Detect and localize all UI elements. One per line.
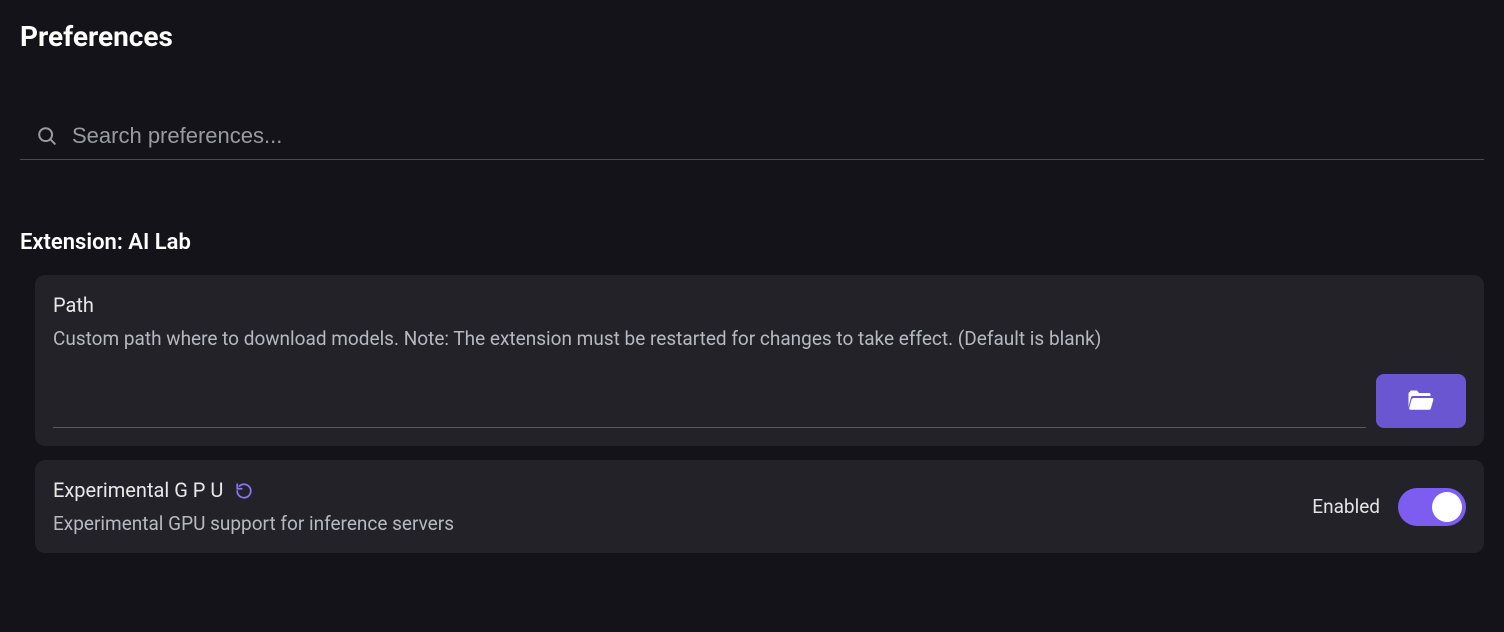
search-input[interactable] bbox=[72, 123, 1484, 149]
reset-icon[interactable] bbox=[235, 481, 253, 499]
path-card: Path Custom path where to download model… bbox=[35, 275, 1484, 446]
section-title: Extension: AI Lab bbox=[20, 230, 1484, 255]
toggle-status-label: Enabled bbox=[1312, 495, 1380, 518]
path-description: Custom path where to download models. No… bbox=[53, 327, 1466, 350]
browse-folder-button[interactable] bbox=[1376, 374, 1466, 428]
search-icon bbox=[36, 125, 58, 147]
gpu-card: Experimental G P U Experimental GPU supp… bbox=[35, 460, 1484, 553]
path-label: Path bbox=[53, 293, 1466, 317]
search-row bbox=[20, 123, 1484, 160]
toggle-knob bbox=[1432, 492, 1462, 522]
path-input[interactable] bbox=[53, 374, 1366, 428]
gpu-right: Enabled bbox=[1312, 488, 1466, 526]
path-row bbox=[53, 374, 1466, 428]
gpu-description: Experimental GPU support for inference s… bbox=[53, 512, 454, 535]
gpu-label: Experimental G P U bbox=[53, 478, 223, 502]
gpu-left: Experimental G P U Experimental GPU supp… bbox=[53, 478, 454, 535]
page-title: Preferences bbox=[20, 20, 1484, 53]
gpu-label-row: Experimental G P U bbox=[53, 478, 454, 502]
folder-open-icon bbox=[1408, 389, 1434, 414]
gpu-toggle[interactable] bbox=[1398, 488, 1466, 526]
